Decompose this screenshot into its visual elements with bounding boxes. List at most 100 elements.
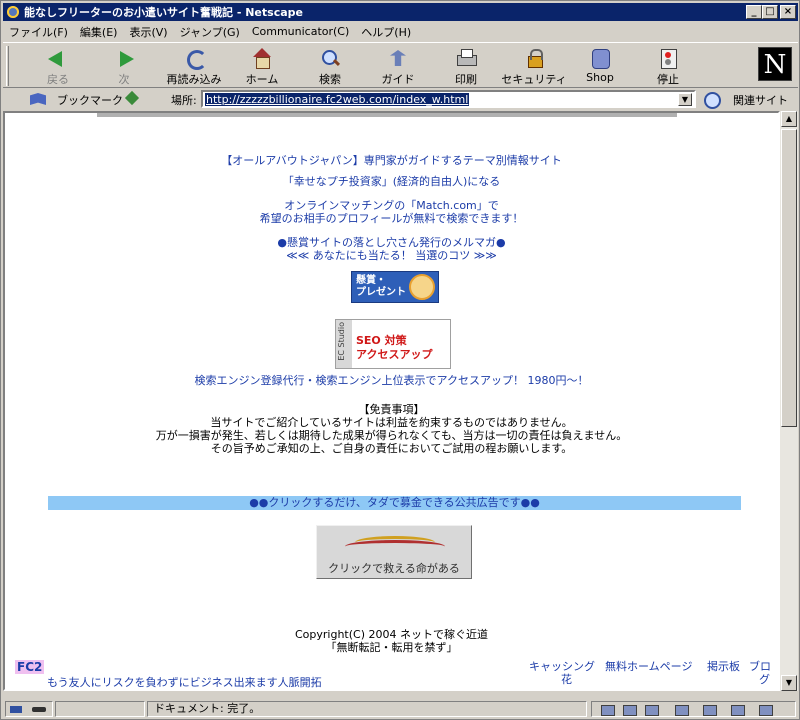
maximize-button[interactable]: □ — [762, 5, 778, 19]
guide-button[interactable]: ガイド — [365, 47, 431, 87]
back-label: 戻る — [47, 73, 69, 86]
window-title: 能なしフリーターのお小遣いサイト奮戦記 - Netscape — [24, 6, 303, 19]
fc2-ad-link[interactable]: もう友人にリスクを負わずにビジネス出来ます人脈開拓 — [47, 674, 322, 689]
address-book-icon[interactable] — [702, 704, 717, 716]
seo-banner-subtitle: アクセスアップ — [356, 348, 433, 361]
url-dropdown-button[interactable]: ▼ — [678, 93, 692, 106]
shop-icon — [588, 47, 612, 69]
copyright-line2: 「無断転記・転用を禁ず」 — [325, 641, 458, 654]
security-label: セキュリティ — [501, 73, 567, 86]
stop-label: 停止 — [657, 73, 679, 86]
prize-banner-text: 懸賞・ プレゼント — [356, 275, 406, 298]
footer-link-bbs[interactable]: 掲示板 — [707, 660, 740, 673]
related-sites-label: 関連サイト — [733, 94, 788, 107]
footer-link-homepage[interactable]: 無料ホームページ — [605, 660, 692, 673]
print-button[interactable]: 印刷 — [433, 47, 499, 87]
progress-bar — [55, 701, 145, 717]
link-match-line2[interactable]: 希望のお相手のプロフィールが無料で検索できます！ — [5, 212, 778, 225]
forward-arrow-icon — [112, 47, 136, 69]
disclaimer-title: 【免責事項】 — [358, 403, 425, 416]
link-mailmag-line1[interactable]: ●懸賞サイトの落とし穴さん発行のメルマガ● — [5, 236, 778, 249]
content-top-rule — [97, 113, 677, 117]
status-bar: ドキュメント: 完了。 — [3, 699, 798, 719]
instant-message-icon[interactable] — [730, 704, 745, 716]
browser-window: 能なしフリーターのお小遣いサイト奮戦記 - Netscape _ □ × ファイ… — [0, 0, 800, 720]
copyright-line1: Copyright(C) 2004 ネットで稼ぐ近道 — [295, 628, 488, 641]
footer-link-cashing[interactable]: キャッシング花 — [529, 660, 595, 686]
bookmarks-button[interactable]: ブックマーク — [29, 91, 129, 107]
home-icon — [250, 47, 274, 69]
prize-banner[interactable]: 懸賞・ プレゼント — [351, 271, 439, 303]
print-label: 印刷 — [455, 73, 477, 86]
netscape-app-icon — [5, 4, 21, 20]
security-button[interactable]: セキュリティ — [501, 47, 567, 87]
bookmark-icon — [29, 92, 49, 106]
bookmarks-label: ブックマーク — [57, 94, 123, 107]
girl-face-icon — [409, 274, 435, 300]
back-button[interactable]: 戻る — [25, 47, 91, 87]
fc2-logo[interactable]: FC2 — [15, 660, 45, 674]
link-investor[interactable]: 「幸せなプチ投資家」(経済的自由人)になる — [5, 175, 778, 188]
link-match-line1[interactable]: オンラインマッチングの「Match.com」で — [5, 199, 778, 212]
connection-status-icon[interactable] — [5, 701, 53, 717]
scroll-thumb[interactable] — [781, 129, 797, 427]
globe-icon — [703, 91, 721, 109]
composer-icon[interactable] — [644, 704, 659, 716]
shop-label: Shop — [586, 71, 614, 84]
stop-icon — [656, 47, 680, 69]
forward-label: 次 — [118, 73, 130, 86]
navigator-icon[interactable] — [600, 704, 615, 716]
menu-help[interactable]: ヘルプ(H) — [361, 24, 411, 40]
public-ad-bar[interactable]: ●●クリックするだけ、タダで募金できる公共広告です●● — [48, 496, 741, 510]
security-status-icon[interactable] — [758, 704, 773, 716]
menu-go[interactable]: ジャンプ(G) — [180, 24, 240, 40]
back-arrow-icon — [46, 47, 70, 69]
shop-button[interactable]: Shop — [567, 47, 633, 87]
status-text: ドキュメント: 完了。 — [147, 701, 587, 717]
link-seo[interactable]: 検索エンジン登録代行・検索エンジン上位表示でアクセスアップ！ 1980円～！ — [5, 374, 778, 387]
reload-button[interactable]: 再読み込み — [161, 47, 227, 87]
donate-banner[interactable]: クリックで救える命がある — [316, 525, 472, 579]
footer-link-blog[interactable]: ブログ — [749, 660, 771, 686]
close-button[interactable]: × — [780, 5, 796, 19]
menu-file[interactable]: ファイル(F) — [9, 24, 68, 40]
vertical-scrollbar[interactable]: ▲ ▼ — [780, 111, 798, 691]
menu-view[interactable]: 表示(V) — [129, 24, 167, 40]
window-controls: _ □ × — [746, 5, 796, 19]
title-bar: 能なしフリーターのお小遣いサイト奮戦記 - Netscape _ □ × — [3, 3, 798, 21]
forward-button[interactable]: 次 — [91, 47, 157, 87]
people-arc-icon — [345, 534, 445, 554]
search-icon — [318, 47, 342, 69]
url-text: http://zzzzzbillionaire.fc2web.com/index… — [205, 93, 470, 106]
location-label: 場所: — [171, 94, 197, 107]
minimize-button[interactable]: _ — [746, 5, 762, 19]
disclaimer-line1: 当サイトでご紹介しているサイトは利益を約束するものではありません。 — [210, 416, 573, 429]
news-icon[interactable] — [674, 704, 689, 716]
home-label: ホーム — [245, 73, 279, 86]
related-sites-button[interactable]: 関連サイト — [703, 91, 797, 109]
netscape-logo[interactable]: N — [758, 47, 792, 81]
donate-banner-text: クリックで救える命がある — [328, 562, 460, 575]
menu-edit[interactable]: 編集(E) — [80, 24, 118, 40]
search-button[interactable]: 検索 — [297, 47, 363, 87]
guide-icon — [386, 47, 410, 69]
scroll-down-button[interactable]: ▼ — [781, 675, 797, 691]
mail-icon[interactable] — [622, 704, 637, 716]
seo-banner[interactable]: EC Studio SEO 対策 アクセスアップ — [335, 319, 451, 369]
reload-icon — [182, 47, 207, 70]
seo-banner-side: EC Studio — [336, 320, 352, 368]
link-allabout[interactable]: 【オールアバウトジャパン】専門家がガイドするテーマ別情報サイト — [5, 154, 778, 167]
toolbar-grip[interactable] — [6, 46, 9, 86]
scroll-up-button[interactable]: ▲ — [781, 111, 797, 127]
navigation-toolbar: 戻る 次 再読み込み ホーム 検索 ガイド 印刷 セキュリティ Shop 停止 … — [3, 42, 798, 88]
location-bar: ブックマーク 場所: http://zzzzzbillionaire.fc2we… — [3, 89, 798, 109]
page-content: 【オールアバウトジャパン】専門家がガイドするテーマ別情報サイト 「幸せなプチ投資… — [3, 111, 780, 691]
reload-label: 再読み込み — [166, 73, 222, 86]
url-input[interactable]: http://zzzzzbillionaire.fc2web.com/index… — [201, 90, 696, 108]
lock-icon — [522, 47, 546, 69]
menu-communicator[interactable]: Communicator(C) — [252, 25, 349, 38]
home-button[interactable]: ホーム — [229, 47, 295, 87]
stop-button[interactable]: 停止 — [635, 47, 701, 87]
link-mailmag-line2[interactable]: ≪≪ あなたにも当たる！ 当選のコツ ≫≫ — [5, 249, 778, 262]
page-proxy-icon[interactable] — [125, 91, 139, 105]
